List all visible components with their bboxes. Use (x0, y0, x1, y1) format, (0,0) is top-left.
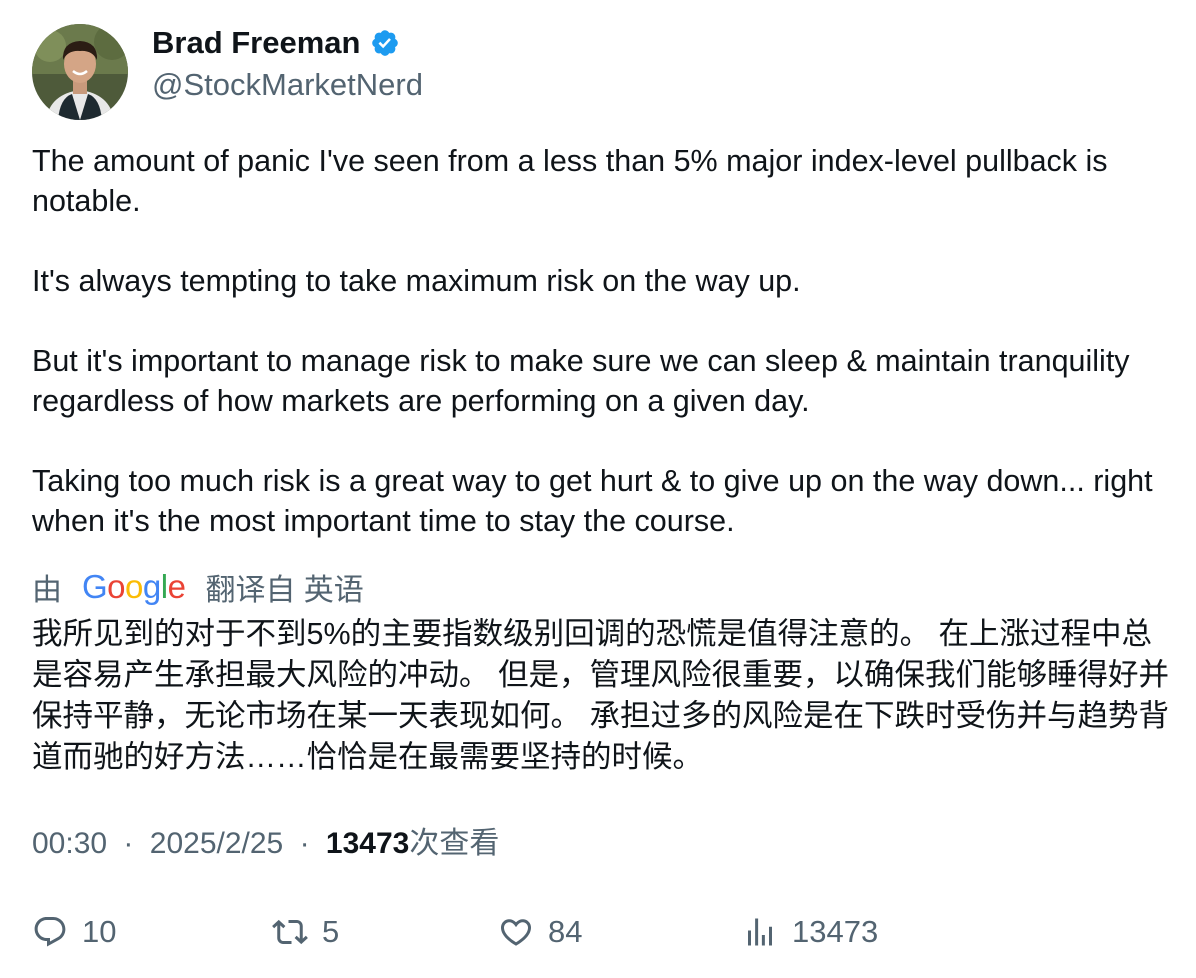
translation-prefix: 由 (32, 574, 62, 607)
author-display-name[interactable]: Brad Freeman (152, 24, 360, 62)
bar-chart-icon (742, 914, 778, 950)
tweet-meta: 00:30 · 2025/2/25 · 13473次查看 (32, 824, 499, 864)
translated-text: 我所见到的对于不到5%的主要指数级别回调的恐慌是值得注意的。 在上涨过程中总是容… (32, 617, 1169, 774)
tweet-paragraph: But it's important to manage risk to mak… (32, 344, 1130, 418)
retweet-button[interactable]: 5 (272, 910, 339, 954)
google-logo-letter: G (82, 568, 108, 605)
heart-icon (498, 914, 534, 950)
views-count: 13473 (792, 914, 879, 949)
google-logo-letter: e (167, 568, 186, 605)
google-logo-letter: o (107, 568, 126, 605)
views-button[interactable]: 13473 (742, 910, 878, 954)
google-logo: Google (82, 566, 186, 608)
tweet-paragraph: The amount of panic I've seen from a les… (32, 144, 1108, 218)
like-count: 84 (548, 914, 583, 949)
meta-views-count: 13473 (325, 827, 410, 860)
reply-button[interactable]: 10 (32, 910, 116, 954)
meta-separator: · (299, 827, 310, 860)
like-button[interactable]: 84 (498, 910, 582, 954)
tweet-header: Brad Freeman @StockMarketNerd (32, 24, 423, 120)
translation-suffix: 翻译自 英语 (205, 574, 364, 607)
avatar[interactable] (32, 24, 128, 120)
tweet-time[interactable]: 00:30 (32, 827, 107, 860)
tweet-actions: 10 5 84 13473 (32, 910, 1172, 954)
author-names: Brad Freeman @StockMarketNerd (152, 24, 423, 104)
retweet-icon (272, 914, 308, 950)
tweet-card: Brad Freeman @StockMarketNerd The amount… (0, 0, 1196, 978)
verified-badge-icon (370, 28, 400, 58)
google-logo-letter: o (125, 568, 143, 605)
translation-attribution[interactable]: 由 Google 翻译自 英语 (32, 566, 364, 608)
reply-icon (32, 914, 68, 950)
google-logo-letter: g (142, 568, 161, 605)
author-handle[interactable]: @StockMarketNerd (152, 66, 423, 104)
tweet-text: The amount of panic I've seen from a les… (32, 141, 1172, 541)
tweet-paragraph: It's always tempting to take maximum ris… (32, 264, 801, 298)
avatar-image (32, 24, 128, 120)
reply-count: 10 (82, 914, 117, 949)
meta-separator: · (123, 827, 134, 860)
tweet-paragraph: Taking too much risk is a great way to g… (32, 464, 1153, 538)
tweet-date[interactable]: 2025/2/25 (150, 827, 283, 860)
retweet-count: 5 (322, 914, 340, 949)
name-row: Brad Freeman (152, 24, 423, 62)
meta-views-label: 次查看 (409, 827, 500, 860)
google-logo-letter: l (160, 568, 168, 605)
